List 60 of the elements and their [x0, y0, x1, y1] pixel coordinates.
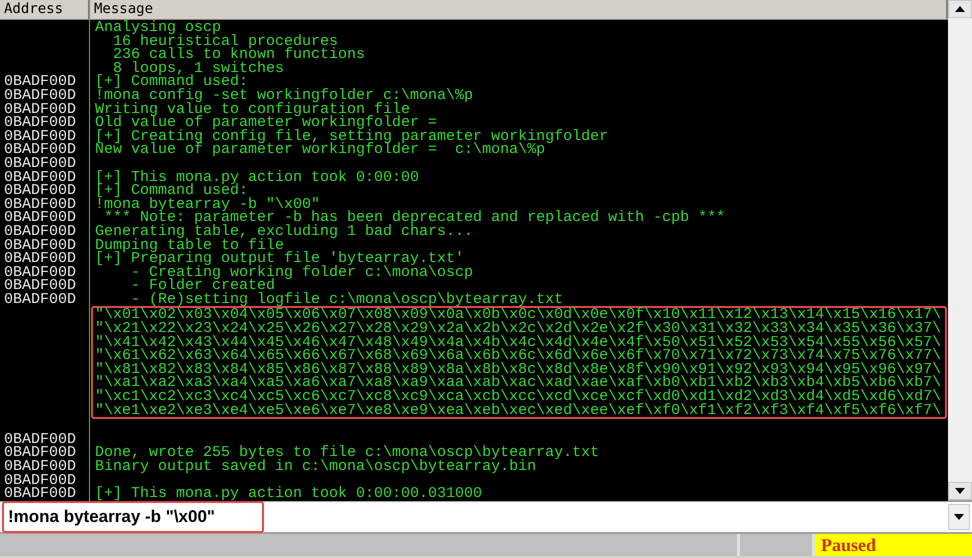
log-message: 16 heuristical procedures [113, 34, 338, 48]
address-cell-text: 0BADF00D [3, 432, 78, 446]
log-message: "\xc1\xc2\xc3\xc4\xc5\xc6\xc7\xc8\xc9\xca\xcb\xcc\xcd\xce\xcf\xd0\xd1\xd2\xd3\xd4\xd5\xd6\xd7\ [94, 390, 942, 404]
address-cell-text: 0BADF00D [3, 143, 78, 157]
log-message: Binary output saved in c:\mona\oscp\bytearray.bin [94, 460, 536, 474]
log-message: !mona config -set workingfolder c:\mona\%p [94, 88, 474, 103]
address-cell-text: 0BADF00D [3, 211, 78, 225]
address-cell-text: 0BADF00D [3, 460, 78, 474]
address-cell-text: 0BADF00D [3, 75, 78, 89]
caret-down-icon [954, 514, 964, 520]
log-message: "\x61\x62\x63\x64\x65\x66\x67\x68\x69\x6a\x6b\x6c\x6d\x6e\x6f\x70\x71\x72\x73\x74\x75\x76\x77\ [94, 349, 942, 363]
address-cell-text: 0BADF00D [3, 474, 78, 488]
log-message: "\x41\x42\x43\x44\x45\x46\x47\x48\x49\x4a\x4b\x4c\x4d\x4e\x4f\x50\x51\x52\x53\x54\x55\x56\x57\ [94, 336, 942, 350]
address-cell-text: 0BADF00D [3, 116, 78, 130]
log-message: Old value of parameter workingfolder = [94, 116, 438, 130]
log-message: Writing value to configuration file [94, 102, 410, 116]
log-message: - Creating working folder c:\mona\oscp [130, 266, 474, 280]
dropdown-button[interactable] [948, 504, 970, 530]
status-state: Paused [815, 534, 972, 556]
address-cell-text: 0BADF00D [3, 446, 78, 460]
log-message: New value of parameter workingfolder = c:\mona\%p [94, 143, 546, 157]
log-message: "\xa1\xa2\xa3\xa4\xa5\xa6\xa7\xa8\xa9\xaa\xab\xac\xad\xae\xaf\xb0\xb1\xb2\xb3\xb4\xb5\xb6\xb7\ [94, 376, 942, 390]
log-message: !mona bytearray -b "\x00" [94, 198, 320, 212]
address-cell-text: 0BADF00D [3, 224, 78, 238]
scroll-up-button[interactable] [948, 0, 972, 18]
caret-up-icon [955, 6, 965, 12]
address-cell-text: 0BADF00D [3, 184, 78, 198]
log-message: [+] This mona.py action took 0:00:00.031000 [94, 487, 482, 501]
address-cell-text: 0BADF00D [3, 198, 78, 212]
address-cell-text: 0BADF00D [3, 130, 78, 144]
scrollbar[interactable] [948, 0, 972, 500]
address-cell-text: 0BADF00D [3, 102, 78, 116]
log-message: - (Re)setting logfile c:\mona\oscp\bytearray.txt [131, 292, 564, 306]
log-message: 236 calls to known functions [112, 48, 366, 62]
address-cell-text: 0BADF00D [3, 170, 78, 184]
log-message: - Folder created [130, 279, 276, 293]
log-message: [+] Preparing output file 'bytearray.txt' [94, 252, 464, 266]
scroll-down-button[interactable] [948, 482, 972, 500]
log-message: Done, wrote 255 bytes to file c:\mona\oscp\bytearray.txt [94, 446, 600, 460]
address-cell-text: 0BADF00D [3, 266, 78, 280]
log-message: "\x81\x82\x83\x84\x85\x86\x87\x88\x89\x8a\x8b\x8c\x8d\x8e\x8f\x90\x91\x92\x93\x94\x95\x96\x97\ [94, 362, 942, 376]
address-cell-text: 0BADF00D [3, 279, 78, 293]
log-message: "\x01\x02\x03\x04\x05\x06\x07\x08\x09\x0a\x0b\x0c\x0d\x0e\x0f\x10\x11\x12\x13\x14\x15\x16\x17\ [94, 308, 942, 322]
address-cell-text: 0BADF00D [3, 156, 78, 171]
address-cell-text: 0BADF00D [3, 252, 78, 266]
log-message: Dumping table to file [94, 238, 284, 252]
log-message: 8 loops, 1 switches [113, 62, 284, 76]
log-message: "\x21\x22\x23\x24\x25\x26\x27\x28\x29\x2a\x2b\x2c\x2d\x2e\x2f\x30\x31\x32\x33\x34\x35\x36\x37\ [94, 322, 942, 336]
address-cell-text: 0BADF00D [3, 487, 78, 501]
address-cell-text: 0BADF00D [3, 238, 78, 252]
log-message: *** Note: parameter -b has been deprecated and replaced with -cpb *** [104, 211, 726, 225]
log-message: [+] Creating config file, setting parameter workingfolder [94, 130, 608, 144]
caret-down-icon [955, 488, 965, 494]
address-cell-text: 0BADF00D [3, 292, 78, 306]
log-message: [+] Command used: [94, 75, 248, 89]
log-message: Generating table, excluding 1 bad chars... [94, 224, 474, 238]
log-message: "\xe1\xe2\xe3\xe4\xe5\xe6\xe7\xe8\xe9\xea\xeb\xec\xed\xee\xef\xf0\xf1\xf2\xf3\xf4\xf5\xf6\xf7\ [94, 404, 942, 418]
address-cell-text: 0BADF00D [3, 88, 78, 103]
log-message: Analysing oscp [94, 21, 222, 35]
command-field[interactable]: !mona bytearray -b "\x00" [2, 501, 264, 533]
